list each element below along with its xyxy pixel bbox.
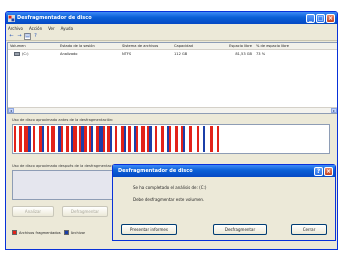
- volume-list-header: Volumen Estado de la sesión Sistema de a…: [8, 43, 337, 50]
- legend: Archivos fragmentados Archivos contiguos: [12, 230, 85, 235]
- menu-ayuda[interactable]: Ayuda: [61, 26, 73, 31]
- horizontal-scrollbar[interactable]: ◂ ▸: [8, 107, 337, 113]
- free-cell: 81,53 GB: [235, 51, 252, 56]
- dialog-close-button[interactable]: ×: [324, 166, 333, 176]
- capacity-cell: 112 GB: [174, 51, 188, 56]
- fragmented-swatch: [12, 230, 17, 235]
- status-cell: Analizado: [60, 51, 78, 56]
- defrag-app-icon: [8, 14, 15, 22]
- legend-fragmented: Archivos fragmentados: [19, 230, 61, 235]
- before-defrag-label: Uso de disco aproximado antes de la desf…: [12, 118, 114, 122]
- close-button[interactable]: ×: [326, 13, 335, 23]
- dialog-titlebar[interactable]: Desfragmentador de disco ? ×: [113, 165, 335, 177]
- toolbar: ← → ▤ ?: [6, 32, 337, 41]
- after-defrag-label: Uso de disco aproximado después de la de…: [12, 164, 119, 168]
- col-capacity[interactable]: Capacidad: [174, 44, 214, 48]
- forward-arrow-icon[interactable]: →: [16, 33, 23, 40]
- legend-contiguous: Archivos contiguos: [70, 230, 85, 235]
- menu-archivo[interactable]: Archivo: [8, 26, 23, 31]
- defragment-button[interactable]: Defragmentar: [62, 206, 108, 217]
- dialog-defragment-button[interactable]: Desfragmentar: [213, 224, 267, 235]
- dialog-title: Desfragmentador de disco: [118, 168, 193, 174]
- scroll-right-icon[interactable]: ▸: [331, 108, 337, 113]
- window-titlebar[interactable]: Desfragmentador de disco _ □ ×: [6, 12, 337, 24]
- volume-row[interactable]: (C:) Analizado NTFS 112 GB 81,53 GB 73 %: [8, 50, 337, 57]
- contiguous-swatch: [63, 230, 69, 235]
- menu-accion[interactable]: Acción: [29, 26, 42, 31]
- volume-cell: (C:): [8, 51, 60, 56]
- view-icon[interactable]: ▤: [24, 32, 31, 40]
- dialog-help-button[interactable]: ?: [314, 166, 323, 176]
- maximize-button[interactable]: □: [316, 13, 325, 23]
- minimize-button[interactable]: _: [306, 13, 315, 23]
- col-pct-free[interactable]: % de espacio libre: [256, 44, 294, 48]
- map-stripe: [219, 126, 224, 152]
- col-filesystem[interactable]: Sistema de archivos: [122, 44, 174, 48]
- dialog-message-analysis: Se ha completado el análisis de: (C:): [133, 185, 207, 190]
- scroll-left-icon[interactable]: ◂: [8, 108, 14, 113]
- menu-bar: Archivo Acción Ver Ayuda: [6, 24, 337, 32]
- col-status[interactable]: Estado de la sesión: [60, 44, 122, 48]
- analyze-button[interactable]: Analizar: [12, 206, 54, 217]
- analysis-complete-dialog: Desfragmentador de disco ? × Se ha compl…: [112, 164, 336, 241]
- dialog-close-text-button[interactable]: Cerrar: [291, 224, 327, 235]
- view-report-button[interactable]: Presentar informes: [121, 224, 177, 235]
- disk-drive-icon: [14, 51, 20, 56]
- volume-name: (C:): [22, 51, 29, 56]
- col-volume[interactable]: Volumen: [8, 44, 60, 48]
- volume-list: Volumen Estado de la sesión Sistema de a…: [7, 42, 337, 114]
- before-defrag-map: [12, 124, 330, 154]
- col-free[interactable]: Espacio libre: [214, 44, 256, 48]
- pct-free-cell: 73 %: [256, 51, 266, 56]
- help-icon[interactable]: ?: [32, 33, 39, 40]
- back-arrow-icon[interactable]: ←: [8, 33, 15, 40]
- dialog-message-recommend: Debe desfragmentar este volumen.: [133, 197, 205, 202]
- menu-ver[interactable]: Ver: [48, 26, 55, 31]
- fs-cell: NTFS: [122, 51, 132, 56]
- window-title: Desfragmentador de disco: [17, 15, 92, 21]
